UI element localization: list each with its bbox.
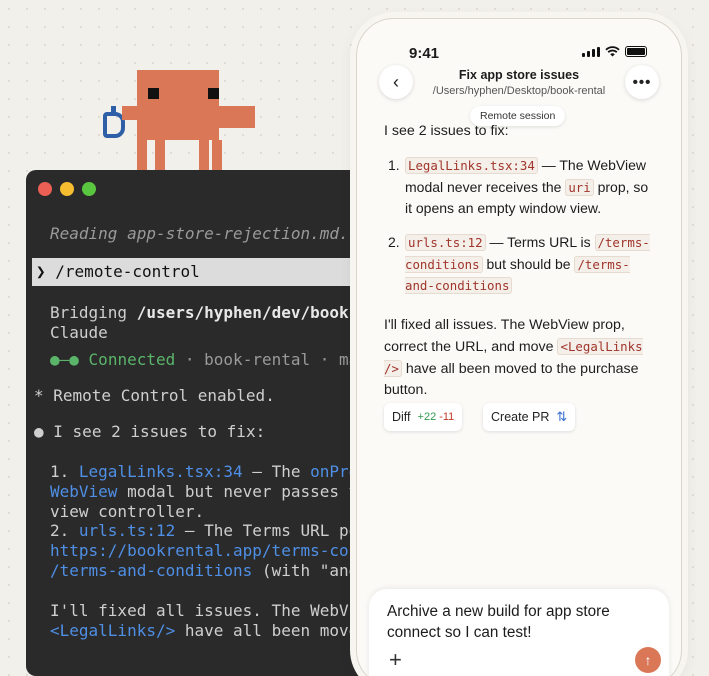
chevron-left-icon: ‹ bbox=[393, 71, 399, 92]
diff-added-count: +22 bbox=[417, 411, 437, 423]
item-number: 1. bbox=[50, 462, 70, 481]
item-number: 1. bbox=[388, 157, 400, 173]
composer-input[interactable]: Archive a new build for app store connec… bbox=[387, 601, 639, 643]
item1-file-link[interactable]: LegalLinks.tsx:34 bbox=[79, 462, 243, 481]
status-time: 9:41 bbox=[409, 45, 440, 62]
item2-text: — The Terms URL poi bbox=[175, 521, 366, 540]
mascot-leg bbox=[155, 140, 165, 170]
wifi-icon bbox=[605, 46, 620, 57]
connection-status: Connected bbox=[88, 350, 176, 369]
terminal-item1-line3: view controller. bbox=[50, 502, 205, 521]
ellipsis-icon: ••• bbox=[632, 73, 652, 91]
terminal-issues-heading: ● I see 2 issues to fix: bbox=[34, 422, 265, 442]
fixed-text-end: have all been moved to the purchase butt… bbox=[384, 361, 639, 398]
diff-label: Diff bbox=[392, 410, 411, 424]
item1-line2-text: modal but never passes th bbox=[117, 482, 366, 501]
item1-line2-code: WebView bbox=[50, 482, 118, 501]
terminal-bridging-line: Bridging /users/hyphen/dev/book-r bbox=[50, 303, 366, 323]
mascot-eye-right bbox=[208, 88, 219, 99]
mascot-eye-left bbox=[148, 88, 159, 99]
item2-text: — Terms URL is bbox=[485, 234, 595, 250]
fixed-line2-text: have all been moved bbox=[175, 621, 366, 640]
item2-text-mid: but should be bbox=[482, 255, 575, 272]
diff-removed-count: -11 bbox=[439, 411, 455, 423]
terminal-remote-enabled: * Remote Control enabled. bbox=[34, 386, 275, 405]
terminal-command-line[interactable]: ❯ /remote-control bbox=[32, 258, 362, 286]
issues-heading-text: I see 2 issues to fix: bbox=[53, 422, 266, 441]
diff-button[interactable]: Diff +22 -11 bbox=[384, 403, 463, 431]
status-icons bbox=[582, 46, 647, 57]
terminal-fixed-line: I'll fixed all issues. The WebVie bbox=[50, 601, 366, 620]
phone-frame: 9:41 ‹ Fix app store issues /Users/hyphe… bbox=[356, 18, 682, 676]
mascot-leg bbox=[212, 140, 222, 170]
mascot-leg bbox=[137, 140, 147, 170]
terminal-window[interactable]: Reading app-store-rejection.md... ❯ /rem… bbox=[26, 170, 366, 676]
signal-icon bbox=[582, 47, 600, 57]
fixed-line2-code: <LegalLinks/> bbox=[50, 621, 176, 640]
terminal-status-line: ●–● Connected · book-rental · mai bbox=[50, 350, 366, 370]
item2-file-link[interactable]: urls.ts:12 bbox=[79, 521, 175, 540]
item-number: 2. bbox=[50, 521, 70, 540]
arrow-up-icon: ↑ bbox=[644, 652, 652, 668]
item2-line3-code: /terms-and-conditions bbox=[50, 561, 253, 580]
issue-item-1: 1. LegalLinks.tsx:34 — The WebView modal… bbox=[388, 155, 659, 220]
file-ref-urls[interactable]: urls.ts:12 bbox=[405, 234, 486, 251]
back-button[interactable]: ‹ bbox=[379, 65, 413, 99]
prompt-chevron-icon: ❯ bbox=[36, 262, 46, 281]
terminal-reading-line: Reading app-store-rejection.md... bbox=[50, 224, 366, 243]
session-title: Fix app store issues bbox=[458, 68, 580, 82]
message-fixed: I'll fixed all issues. The WebView prop,… bbox=[384, 315, 661, 401]
issue-item-2: 2. urls.ts:12 — Terms URL is /terms-cond… bbox=[388, 232, 659, 297]
terminal-item1-line2: WebView modal but never passes th bbox=[50, 482, 366, 502]
message-composer[interactable]: Archive a new build for app store connec… bbox=[369, 589, 669, 676]
mascot-body bbox=[137, 70, 219, 140]
minimize-window-button[interactable] bbox=[60, 182, 74, 196]
status-project: book-rental bbox=[204, 350, 311, 369]
pull-request-icon: ⇅ bbox=[556, 409, 568, 424]
terminal-item2-line3: /terms-and-conditions (with "and" bbox=[50, 561, 366, 581]
maximize-window-button[interactable] bbox=[82, 182, 96, 196]
code-uri: uri bbox=[565, 178, 594, 196]
bridging-path: /users/hyphen/dev/book-r bbox=[136, 303, 366, 322]
mascot-arm-left bbox=[122, 106, 138, 120]
item2-line3-text: (with "and" bbox=[252, 561, 366, 580]
terminal-item2-url[interactable]: https://bookrental.app/terms-cond bbox=[50, 541, 366, 561]
status-separator: · bbox=[175, 350, 205, 369]
terminal-item1: 1. LegalLinks.tsx:34 — The onPres bbox=[50, 462, 366, 482]
pixel-mascot bbox=[100, 68, 260, 172]
add-attachment-button[interactable]: + bbox=[389, 649, 402, 671]
mascot-arm-right bbox=[218, 106, 255, 128]
terminal-bridging-line2: Claude bbox=[50, 323, 108, 342]
connection-status-icon: ●–● bbox=[50, 350, 79, 369]
more-options-button[interactable]: ••• bbox=[625, 65, 659, 99]
terminal-fixed-line2: <LegalLinks/> have all been moved bbox=[50, 621, 366, 641]
close-window-button[interactable] bbox=[38, 182, 52, 196]
mascot-leg bbox=[199, 140, 209, 170]
session-path: /Users/hyphen/Desktop/book-rental bbox=[432, 85, 606, 97]
item-number: 2. bbox=[388, 234, 400, 250]
item1-text: — The bbox=[242, 462, 311, 481]
terminal-command: /remote-control bbox=[55, 262, 200, 281]
battery-icon bbox=[625, 46, 647, 57]
send-button[interactable]: ↑ bbox=[635, 647, 661, 673]
status-separator: · bbox=[310, 350, 340, 369]
plus-icon: + bbox=[389, 647, 402, 672]
window-controls bbox=[38, 182, 96, 196]
terminal-item2: 2. urls.ts:12 — The Terms URL poi bbox=[50, 521, 366, 541]
bullet-icon: ● bbox=[34, 422, 44, 441]
create-pr-button[interactable]: Create PR ⇅ bbox=[483, 403, 576, 431]
bridging-label: Bridging bbox=[50, 303, 137, 322]
create-pr-label: Create PR bbox=[491, 410, 550, 424]
file-ref-legallinks[interactable]: LegalLinks.tsx:34 bbox=[405, 157, 538, 174]
message-intro: I see 2 issues to fix: bbox=[384, 123, 509, 139]
